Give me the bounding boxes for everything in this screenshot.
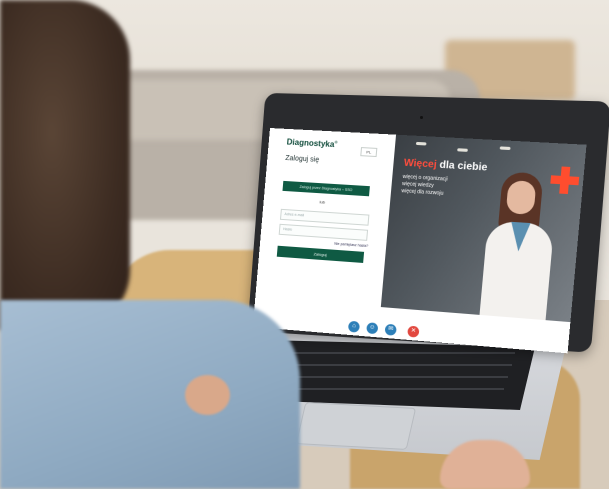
photo-scene: Diagnostyka® PL Zaloguj się Zaloguj prze…	[0, 0, 609, 489]
language-select[interactable]: PL	[360, 147, 377, 157]
promo-banner: Więcej dla ciebie więcej o organizacji w…	[381, 135, 587, 322]
webcam-icon	[420, 116, 423, 119]
home-icon[interactable]: ⌂	[348, 321, 360, 333]
doctor-photo	[480, 171, 568, 321]
login-panel: Diagnostyka® PL Zaloguj się Zaloguj prze…	[255, 128, 396, 307]
promo-title: Więcej dla ciebie	[403, 158, 487, 174]
promo-title-highlight: Więcej	[403, 158, 437, 171]
password-field[interactable]: Hasło	[279, 224, 368, 241]
separator-label: lub	[319, 199, 325, 204]
sso-login-button[interactable]: Zaloguj przez Diagnostyka – SSO	[282, 181, 369, 196]
people-icon[interactable]: ☺	[366, 322, 378, 334]
person-shirt	[0, 300, 300, 489]
person-head	[0, 0, 130, 330]
brand-logo: Diagnostyka®	[286, 137, 337, 149]
promo-line: więcej dla rozwoju	[401, 188, 444, 197]
ceiling-light	[416, 142, 427, 146]
laptop-trackpad	[296, 402, 416, 450]
chat-icon[interactable]: ✉	[385, 324, 397, 336]
ceiling-light	[457, 148, 468, 152]
email-field[interactable]: Adres e-mail	[280, 209, 369, 226]
close-icon[interactable]: ✕	[407, 326, 419, 338]
forgot-password-link[interactable]: Nie pamiętasz hasła?	[334, 242, 368, 248]
person-hand-left	[185, 375, 230, 415]
login-submit-button[interactable]: Zaloguj	[277, 246, 364, 263]
laptop-display: Diagnostyka® PL Zaloguj się Zaloguj prze…	[253, 128, 587, 353]
ceiling-light	[500, 146, 511, 150]
page-title: Zaloguj się	[285, 155, 319, 164]
promo-title-rest: dla ciebie	[436, 159, 488, 173]
